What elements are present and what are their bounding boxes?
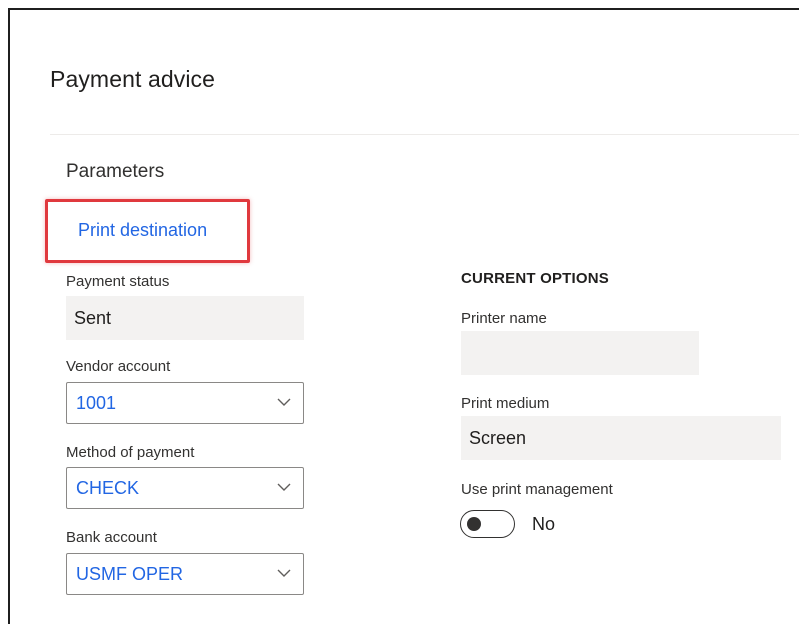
payment-status-label: Payment status — [66, 273, 170, 290]
current-options-heading: CURRENT OPTIONS — [461, 270, 610, 287]
bank-account-label: Bank account — [66, 529, 157, 546]
use-print-management-label: Use print management — [461, 481, 613, 498]
use-print-management-value: No — [532, 514, 556, 534]
print-medium-label: Print medium — [461, 395, 550, 412]
payment-status-value: Sent — [74, 307, 112, 328]
method-of-payment-combo[interactable]: CHECK — [66, 467, 304, 509]
page-title: Payment advice — [50, 66, 216, 92]
payment-status-field: Sent — [66, 296, 304, 340]
use-print-management-toggle[interactable] — [460, 510, 515, 538]
bank-account-value: USMF OPER — [76, 563, 184, 584]
print-destination-link[interactable]: Print destination — [78, 220, 207, 241]
bank-account-combo[interactable]: USMF OPER — [66, 553, 304, 595]
chevron-down-icon[interactable] — [277, 395, 291, 409]
vendor-account-combo[interactable]: 1001 — [66, 382, 304, 424]
method-of-payment-label: Method of payment — [66, 444, 195, 461]
print-destination-highlight: Print destination — [45, 199, 250, 263]
print-medium-value: Screen — [469, 427, 527, 448]
header-divider — [50, 134, 799, 135]
toggle-knob — [467, 517, 481, 531]
vendor-account-label: Vendor account — [66, 358, 171, 375]
printer-name-field — [461, 331, 699, 375]
chevron-down-icon[interactable] — [277, 480, 291, 494]
method-of-payment-value: CHECK — [76, 477, 140, 498]
print-medium-field: Screen — [461, 416, 781, 460]
parameters-heading: Parameters — [66, 161, 165, 182]
chevron-down-icon[interactable] — [277, 566, 291, 580]
vendor-account-value: 1001 — [76, 392, 117, 413]
printer-name-label: Printer name — [461, 310, 547, 327]
